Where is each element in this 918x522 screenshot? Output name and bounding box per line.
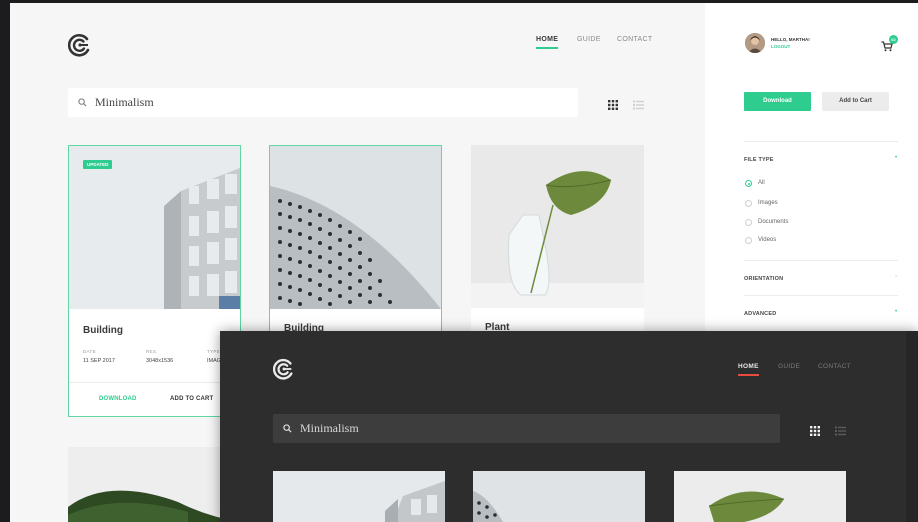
advanced-indicator: • [895, 309, 898, 315]
radio-label-videos: Videos [758, 237, 777, 243]
radio-videos[interactable] [745, 237, 752, 244]
radio-images[interactable] [745, 200, 752, 207]
radio-label-images: Images [758, 200, 778, 206]
radio-documents[interactable] [745, 219, 752, 226]
card-image [471, 145, 644, 308]
nav-contact[interactable]: CONTACT [818, 363, 851, 370]
search-input[interactable]: Minimalism [300, 421, 359, 436]
image-card-building-selected[interactable]: UPDATED Building DATE 11 SEP 2017 RES. 3… [68, 145, 241, 417]
radio-label-all: All [758, 180, 765, 186]
logo-icon[interactable] [273, 358, 295, 380]
card-image [270, 146, 441, 309]
card-add-to-cart-button[interactable]: ADD TO CART [170, 396, 213, 402]
nav-home-underline [738, 374, 759, 376]
logout-link[interactable]: LOGOUT [771, 44, 790, 49]
card-title: Building [83, 325, 123, 336]
image-card-building-partial[interactable] [273, 471, 445, 522]
dark-theme-window: HOME GUIDE CONTACT Minimalism [220, 331, 918, 522]
dark-sidebar-edge [906, 331, 918, 522]
card-divider [69, 382, 240, 383]
cart-count-badge: 02 [889, 35, 898, 44]
image-card-building-2-partial[interactable] [473, 471, 645, 522]
add-to-cart-button[interactable]: Add to Cart [822, 92, 889, 111]
file-type-heading[interactable]: FILE TYPE [744, 157, 774, 163]
sidebar-divider [744, 260, 898, 261]
search-bar[interactable]: Minimalism [68, 88, 578, 117]
image-card-plant[interactable]: Plant [471, 145, 644, 333]
logo-icon[interactable] [68, 33, 92, 57]
meta-label-res: RES. [146, 349, 158, 354]
orientation-collapsed-indicator: • [895, 274, 898, 280]
updated-badge: UPDATED [83, 160, 113, 169]
orientation-heading[interactable]: ORIENTATION [744, 276, 783, 282]
avatar[interactable] [745, 33, 765, 53]
meta-value-res: 3048x1536 [146, 358, 174, 364]
file-type-expanded-indicator: • [895, 155, 898, 161]
search-icon [283, 424, 292, 433]
image-card-plant-partial[interactable] [674, 471, 846, 522]
radio-label-documents: Documents [758, 219, 789, 225]
nav-guide[interactable]: GUIDE [778, 363, 800, 370]
advanced-heading[interactable]: ADVANCED [744, 311, 776, 317]
meta-label-date: DATE [83, 349, 96, 354]
sidebar-divider [744, 295, 898, 296]
card-image [69, 146, 240, 309]
grid-view-icon[interactable] [608, 97, 618, 115]
sidebar-divider [744, 141, 898, 142]
image-card-leaf-partial[interactable] [68, 447, 241, 522]
card-download-button[interactable]: DOWNLOAD [99, 396, 137, 402]
search-bar[interactable]: Minimalism [273, 414, 780, 443]
download-button[interactable]: Download [744, 92, 811, 111]
nav-guide[interactable]: GUIDE [577, 36, 601, 43]
nav-home[interactable]: HOME [738, 363, 759, 370]
nav-home[interactable]: HOME [536, 36, 558, 43]
meta-label-type: TYPE [207, 349, 220, 354]
radio-all[interactable] [745, 180, 752, 187]
search-icon [78, 98, 87, 107]
image-card-building-2[interactable]: Building [269, 145, 442, 334]
meta-value-date: 11 SEP 2017 [83, 358, 115, 364]
search-input[interactable]: Minimalism [95, 95, 154, 110]
nav-contact[interactable]: CONTACT [617, 36, 652, 43]
meta-value-type: IMAG [207, 358, 222, 364]
grid-view-icon[interactable] [810, 423, 820, 441]
list-view-icon[interactable] [633, 97, 644, 115]
user-greeting: HELLO, MARTHA! [771, 37, 810, 42]
list-view-icon[interactable] [835, 423, 846, 441]
nav-home-underline [536, 47, 558, 49]
